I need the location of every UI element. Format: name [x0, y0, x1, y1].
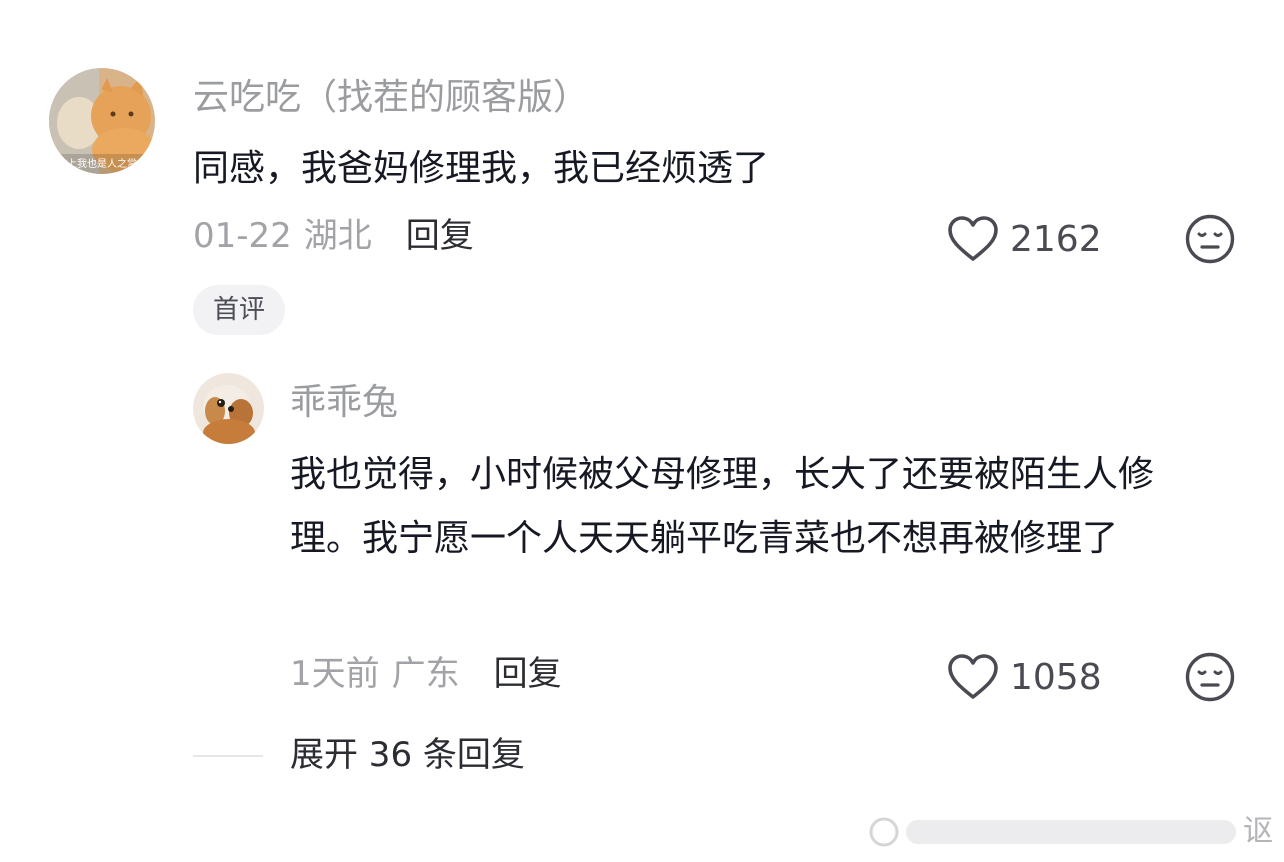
reply-username[interactable]: 乖乖兔 [290, 381, 398, 425]
username[interactable]: 云吃吃（找茬的顾客版） [193, 76, 589, 120]
watermark [866, 814, 1240, 850]
reply-time: 1天前 [290, 654, 380, 694]
comment-time: 01-22 [193, 216, 292, 256]
reply-region: 广东 [391, 654, 460, 694]
heart-outline-icon [948, 216, 998, 261]
comment-text: 同感，我爸妈修理我，我已经烦透了 [193, 148, 770, 189]
avatar[interactable]: 上我也是人之常 [49, 68, 155, 174]
comment-region: 湖北 [303, 216, 372, 256]
expand-replies-button[interactable]: 展开 36 条回复 [290, 733, 525, 777]
watermark-logo-icon [869, 817, 1236, 847]
expand-divider [193, 755, 263, 757]
reply-button[interactable]: 回复 [406, 214, 474, 258]
neutral-face-icon [1185, 652, 1235, 702]
reply-avatar[interactable] [193, 373, 264, 444]
avatar-image-cats: 上我也是人之常 [49, 68, 155, 174]
watermark-text: 讴 [1243, 814, 1273, 849]
reply-reply-button[interactable]: 回复 [494, 652, 562, 696]
reply-dislike-button[interactable] [1184, 651, 1236, 703]
like-count: 2162 [1010, 218, 1102, 260]
heart-outline-icon [948, 654, 998, 699]
avatar-caption: 上我也是人之常 [67, 157, 137, 170]
comment-meta: 01-22 湖北 回复 [193, 214, 474, 258]
neutral-face-icon [1185, 214, 1235, 264]
first-comment-badge: 首评 [193, 285, 286, 335]
reply-text: 我也觉得，小时候被父母修理，长大了还要被陌生人修理。我宁愿一个人天天躺平吃青菜也… [290, 454, 1155, 559]
like-button[interactable]: 2162 [946, 214, 1102, 264]
dislike-button[interactable] [1184, 213, 1236, 265]
avatar-image-puppy [193, 373, 264, 444]
reply-meta: 1天前 广东 回复 [290, 652, 562, 696]
reply-like-count: 1058 [1010, 656, 1102, 698]
comment-thread: 上我也是人之常 云吃吃（找茬的顾客版） 同感，我爸妈修理我，我已经烦透了 01-… [0, 0, 1284, 862]
reply-like-button[interactable]: 1058 [946, 652, 1102, 702]
